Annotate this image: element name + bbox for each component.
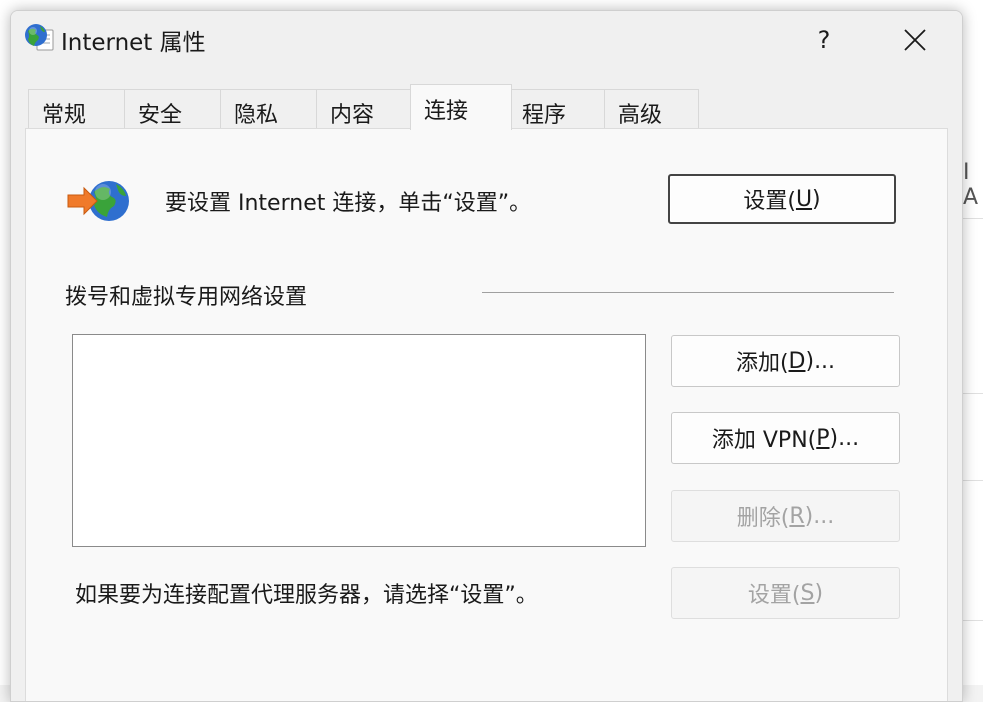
close-icon bbox=[904, 29, 926, 51]
lan-settings-button-label: 设置( bbox=[747, 583, 801, 608]
close-button[interactable] bbox=[878, 15, 952, 65]
tab-programs[interactable]: 程序 bbox=[508, 89, 605, 129]
setup-button-suffix: ) bbox=[812, 186, 821, 212]
connection-wizard-icon bbox=[67, 181, 129, 221]
add-button-accesskey: D bbox=[788, 348, 806, 374]
tab-advanced[interactable]: 高级 bbox=[604, 89, 699, 129]
lan-settings-button-suffix: ) bbox=[814, 580, 824, 606]
remove-button-suffix: )... bbox=[804, 503, 835, 529]
background-divider bbox=[961, 480, 983, 481]
add-vpn-button[interactable]: 添加 VPN(P)... bbox=[671, 412, 900, 464]
tab-content[interactable]: 内容 bbox=[316, 89, 413, 129]
add-button-suffix: )... bbox=[805, 348, 836, 374]
setup-button[interactable]: 设置(U) bbox=[668, 174, 896, 224]
remove-button-accesskey: R bbox=[789, 503, 805, 529]
help-button[interactable]: ? bbox=[787, 15, 861, 65]
add-button[interactable]: 添加(D)... bbox=[671, 335, 900, 387]
add-vpn-button-label: 添加 VPN( bbox=[711, 428, 817, 453]
connections-panel: 要设置 Internet 连接，单击“设置”。 设置(U) 拨号和虚拟专用网络设… bbox=[25, 128, 948, 701]
background-divider bbox=[961, 393, 983, 394]
tab-connections[interactable]: 连接 bbox=[410, 84, 512, 130]
dialup-vpn-section-label: 拨号和虚拟专用网络设置 bbox=[65, 285, 308, 310]
dialup-connections-list[interactable] bbox=[72, 334, 646, 547]
tab-general[interactable]: 常规 bbox=[28, 89, 125, 129]
remove-button[interactable]: 删除(R)... bbox=[671, 490, 900, 542]
add-button-label: 添加( bbox=[735, 351, 789, 376]
internet-globe-icon bbox=[25, 24, 54, 51]
lan-settings-button-accesskey: S bbox=[800, 580, 815, 606]
remove-button-label: 删除( bbox=[736, 506, 790, 531]
section-divider bbox=[482, 292, 894, 293]
lan-settings-button[interactable]: 设置(S) bbox=[671, 567, 900, 619]
internet-properties-dialog: Internet 属性 ? 常规 安全 隐私 内容 连接 程序 高级 要设置 I… bbox=[10, 10, 963, 702]
connection-setup-instructions: 要设置 Internet 连接，单击“设置”。 bbox=[165, 191, 532, 216]
window-title: Internet 属性 bbox=[61, 30, 206, 56]
title-bar: Internet 属性 ? bbox=[11, 11, 962, 67]
add-vpn-button-accesskey: P bbox=[816, 425, 830, 451]
tab-privacy[interactable]: 隐私 bbox=[220, 89, 317, 129]
background-divider bbox=[961, 218, 983, 219]
setup-button-label: 设置( bbox=[743, 189, 796, 214]
background-text-fragment: I A bbox=[963, 160, 979, 210]
setup-button-accesskey: U bbox=[795, 186, 813, 212]
tab-security[interactable]: 安全 bbox=[124, 89, 221, 129]
background-divider bbox=[961, 620, 983, 621]
proxy-instructions: 如果要为连接配置代理服务器，请选择“设置”。 bbox=[75, 583, 538, 608]
add-vpn-button-suffix: )... bbox=[829, 425, 860, 451]
